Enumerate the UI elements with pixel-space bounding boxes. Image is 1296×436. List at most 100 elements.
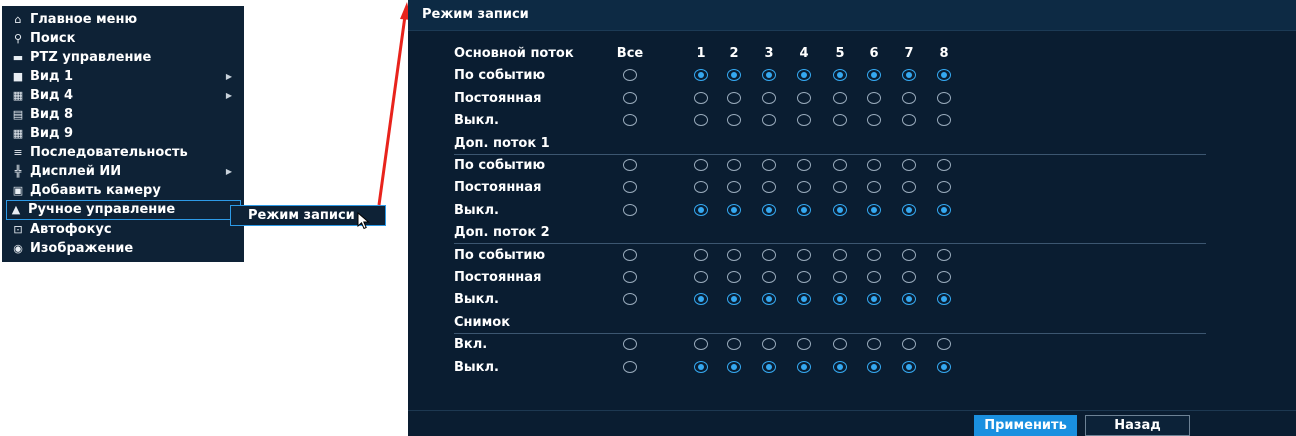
radio-channel-2[interactable] bbox=[727, 271, 741, 283]
radio-all[interactable] bbox=[623, 181, 637, 194]
radio-channel-7[interactable] bbox=[902, 203, 916, 216]
radio-all[interactable] bbox=[623, 203, 637, 216]
radio-channel-6[interactable] bbox=[867, 271, 881, 283]
radio-channel-1[interactable] bbox=[694, 248, 708, 261]
radio-channel-1[interactable] bbox=[694, 271, 708, 283]
radio-channel-7[interactable] bbox=[902, 159, 916, 171]
radio-channel-1[interactable] bbox=[694, 69, 708, 82]
radio-channel-4[interactable] bbox=[797, 203, 811, 216]
radio-channel-5[interactable] bbox=[833, 69, 847, 82]
radio-channel-2[interactable] bbox=[727, 203, 741, 216]
radio-channel-6[interactable] bbox=[867, 159, 881, 171]
radio-all[interactable] bbox=[623, 69, 637, 82]
radio-channel-6[interactable] bbox=[867, 69, 881, 82]
radio-channel-4[interactable] bbox=[797, 181, 811, 194]
radio-channel-4[interactable] bbox=[797, 91, 811, 104]
radio-all[interactable] bbox=[623, 159, 637, 171]
radio-channel-5[interactable] bbox=[833, 360, 847, 373]
radio-channel-5[interactable] bbox=[833, 159, 847, 171]
radio-channel-3[interactable] bbox=[762, 91, 776, 104]
radio-channel-8[interactable] bbox=[937, 159, 951, 171]
radio-channel-8[interactable] bbox=[937, 69, 951, 82]
radio-channel-2[interactable] bbox=[727, 69, 741, 82]
radio-channel-7[interactable] bbox=[902, 91, 916, 104]
radio-channel-2[interactable] bbox=[727, 181, 741, 194]
radio-channel-4[interactable] bbox=[797, 69, 811, 82]
radio-channel-1[interactable] bbox=[694, 114, 708, 127]
radio-all[interactable] bbox=[623, 360, 637, 373]
radio-channel-1[interactable] bbox=[694, 360, 708, 373]
radio-channel-2[interactable] bbox=[727, 360, 741, 373]
radio-channel-8[interactable] bbox=[937, 293, 951, 306]
radio-all[interactable] bbox=[623, 91, 637, 104]
radio-channel-1[interactable] bbox=[694, 338, 708, 351]
radio-channel-3[interactable] bbox=[762, 69, 776, 82]
radio-channel-6[interactable] bbox=[867, 360, 881, 373]
radio-all[interactable] bbox=[623, 271, 637, 283]
radio-channel-3[interactable] bbox=[762, 203, 776, 216]
radio-channel-4[interactable] bbox=[797, 360, 811, 373]
radio-channel-7[interactable] bbox=[902, 69, 916, 82]
radio-channel-4[interactable] bbox=[797, 293, 811, 306]
radio-channel-5[interactable] bbox=[833, 203, 847, 216]
radio-channel-2[interactable] bbox=[727, 293, 741, 306]
radio-channel-6[interactable] bbox=[867, 293, 881, 306]
radio-channel-1[interactable] bbox=[694, 159, 708, 171]
radio-channel-2[interactable] bbox=[727, 248, 741, 261]
radio-channel-5[interactable] bbox=[833, 271, 847, 283]
radio-channel-3[interactable] bbox=[762, 181, 776, 194]
radio-all[interactable] bbox=[623, 338, 637, 351]
radio-channel-3[interactable] bbox=[762, 248, 776, 261]
radio-channel-8[interactable] bbox=[937, 181, 951, 194]
radio-channel-7[interactable] bbox=[902, 248, 916, 261]
radio-channel-1[interactable] bbox=[694, 293, 708, 306]
radio-channel-7[interactable] bbox=[902, 271, 916, 283]
radio-channel-3[interactable] bbox=[762, 271, 776, 283]
radio-channel-3[interactable] bbox=[762, 360, 776, 373]
menu-item-image-settings[interactable]: ◉ Изображение bbox=[2, 239, 244, 258]
radio-channel-6[interactable] bbox=[867, 91, 881, 104]
radio-channel-8[interactable] bbox=[937, 203, 951, 216]
back-button[interactable]: Назад bbox=[1085, 415, 1190, 436]
radio-channel-5[interactable] bbox=[833, 293, 847, 306]
apply-button[interactable]: Применить bbox=[974, 415, 1077, 436]
radio-channel-1[interactable] bbox=[694, 203, 708, 216]
radio-channel-1[interactable] bbox=[694, 91, 708, 104]
radio-channel-8[interactable] bbox=[937, 360, 951, 373]
radio-channel-3[interactable] bbox=[762, 338, 776, 351]
radio-channel-3[interactable] bbox=[762, 293, 776, 306]
radio-channel-5[interactable] bbox=[833, 114, 847, 127]
radio-channel-8[interactable] bbox=[937, 91, 951, 104]
radio-channel-7[interactable] bbox=[902, 181, 916, 194]
radio-channel-8[interactable] bbox=[937, 114, 951, 127]
radio-all[interactable] bbox=[623, 293, 637, 306]
radio-channel-7[interactable] bbox=[902, 360, 916, 373]
radio-channel-5[interactable] bbox=[833, 248, 847, 261]
radio-channel-5[interactable] bbox=[833, 181, 847, 194]
radio-channel-6[interactable] bbox=[867, 181, 881, 194]
radio-channel-8[interactable] bbox=[937, 271, 951, 283]
radio-channel-5[interactable] bbox=[833, 338, 847, 351]
radio-channel-2[interactable] bbox=[727, 91, 741, 104]
radio-channel-4[interactable] bbox=[797, 338, 811, 351]
radio-channel-5[interactable] bbox=[833, 91, 847, 104]
radio-all[interactable] bbox=[623, 248, 637, 261]
radio-channel-2[interactable] bbox=[727, 114, 741, 127]
radio-channel-7[interactable] bbox=[902, 293, 916, 306]
radio-channel-6[interactable] bbox=[867, 114, 881, 127]
radio-channel-2[interactable] bbox=[727, 159, 741, 171]
radio-all[interactable] bbox=[623, 114, 637, 127]
radio-channel-8[interactable] bbox=[937, 248, 951, 261]
radio-channel-4[interactable] bbox=[797, 114, 811, 127]
radio-channel-6[interactable] bbox=[867, 338, 881, 351]
radio-channel-2[interactable] bbox=[727, 338, 741, 351]
radio-channel-7[interactable] bbox=[902, 114, 916, 127]
radio-channel-3[interactable] bbox=[762, 114, 776, 127]
radio-channel-4[interactable] bbox=[797, 248, 811, 261]
radio-channel-4[interactable] bbox=[797, 159, 811, 171]
radio-channel-3[interactable] bbox=[762, 159, 776, 171]
radio-channel-7[interactable] bbox=[902, 338, 916, 351]
radio-channel-4[interactable] bbox=[797, 271, 811, 283]
radio-channel-1[interactable] bbox=[694, 181, 708, 194]
radio-channel-8[interactable] bbox=[937, 338, 951, 351]
